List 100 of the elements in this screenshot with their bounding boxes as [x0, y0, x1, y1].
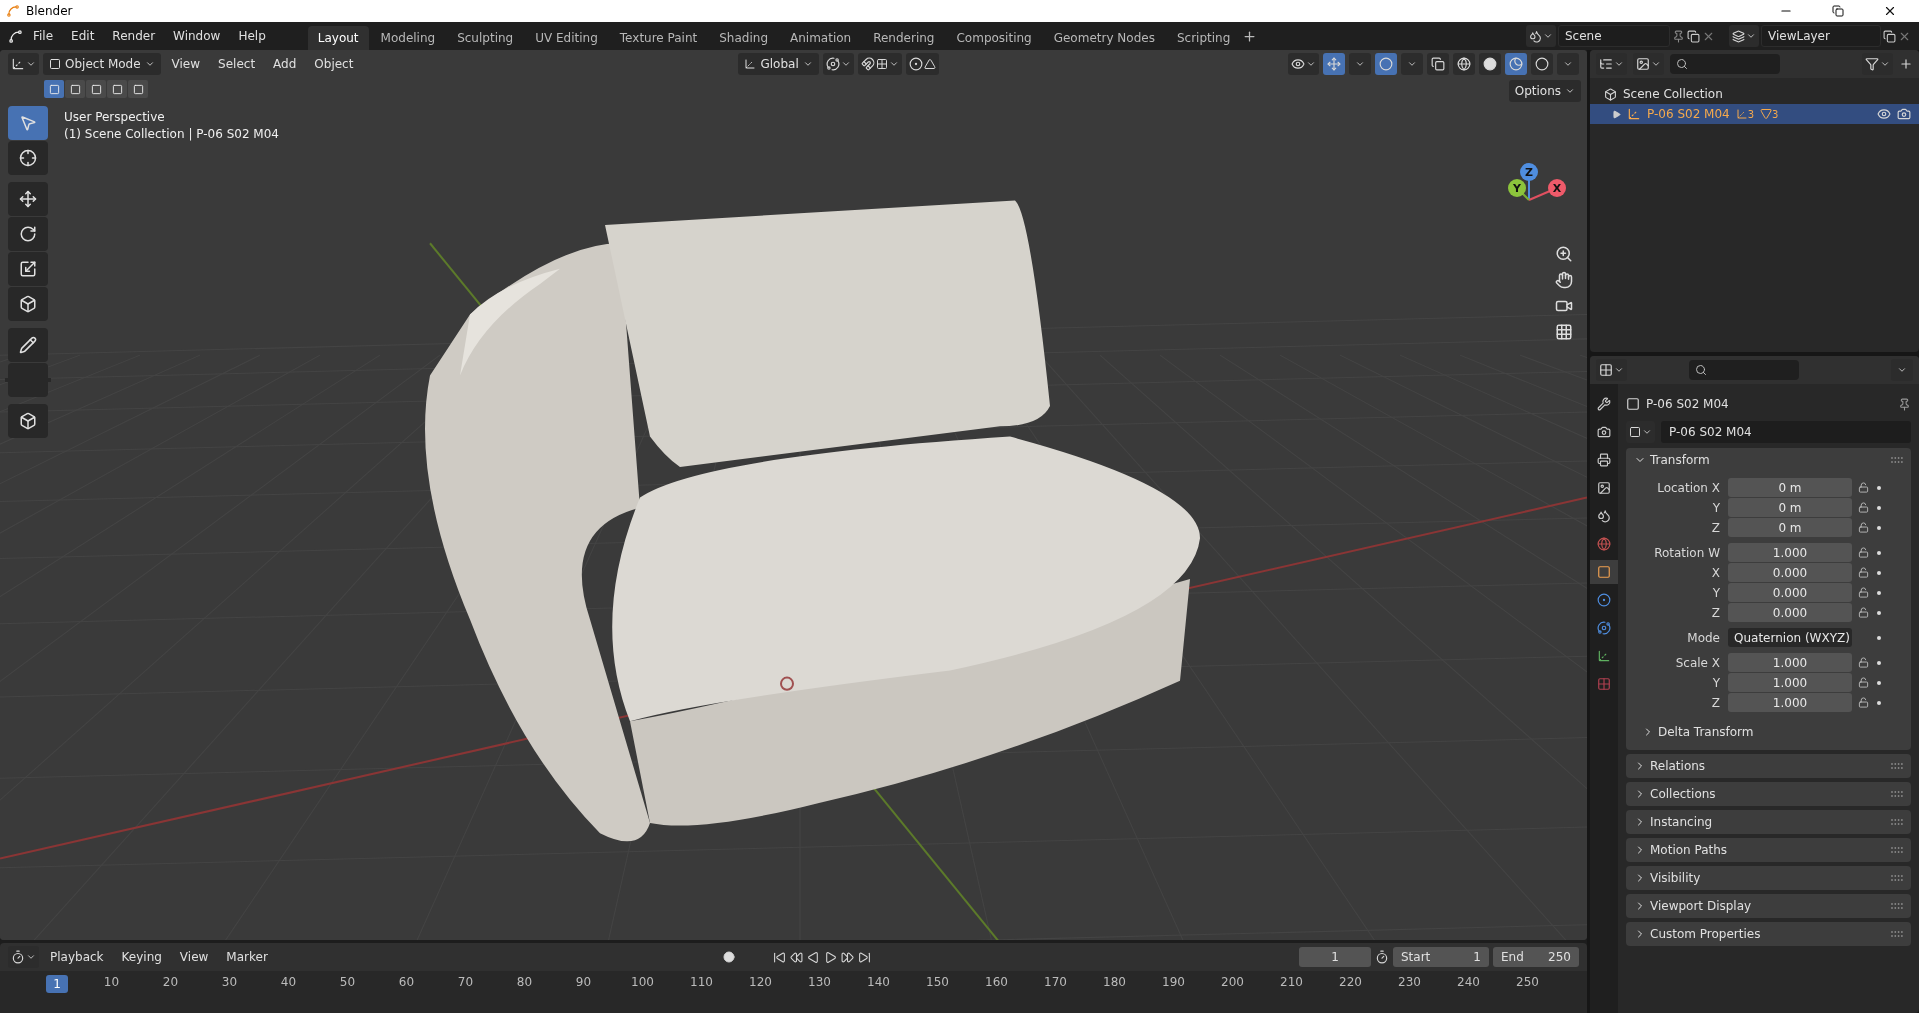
drag-handle-icon[interactable] [1891, 875, 1903, 881]
select-mode-button[interactable] [107, 80, 127, 98]
panel-header[interactable]: Collections [1626, 782, 1911, 806]
overlay-toggle[interactable] [1375, 53, 1397, 75]
keyframe-dot[interactable] [1877, 505, 1881, 510]
drag-handle-icon[interactable] [1891, 931, 1903, 937]
drag-handle-icon[interactable] [1891, 791, 1903, 797]
rendered-shading-button[interactable] [1531, 53, 1553, 75]
solid-shading-button[interactable] [1479, 53, 1501, 75]
number-field[interactable]: 1.000 [1728, 543, 1852, 562]
timer-icon[interactable] [1375, 950, 1389, 964]
blender-menu-icon[interactable] [8, 28, 23, 44]
workspace-tab[interactable]: UV Editing [525, 26, 608, 50]
gizmo-toggle[interactable] [1323, 53, 1345, 75]
keyframe-dot[interactable] [1877, 570, 1881, 575]
workspace-tab[interactable]: Rendering [863, 26, 945, 50]
select-mode-button[interactable] [128, 80, 148, 98]
panel-header[interactable]: Visibility [1626, 866, 1911, 890]
select-mode-button[interactable] [86, 80, 106, 98]
keyframe-dot[interactable] [1877, 550, 1881, 555]
end-frame-field[interactable]: End 250 [1493, 947, 1579, 967]
timeline-menu-item[interactable]: Keying [114, 950, 169, 964]
current-frame-field[interactable]: 1 [1299, 947, 1371, 967]
lock-icon[interactable] [1858, 697, 1869, 708]
rotate-tool[interactable] [8, 217, 48, 251]
menu-item[interactable]: Help [230, 26, 274, 46]
drag-handle-icon[interactable] [1891, 819, 1903, 825]
lock-icon[interactable] [1858, 677, 1869, 688]
lock-icon[interactable] [1858, 522, 1869, 533]
drag-handle-icon[interactable] [1891, 457, 1903, 463]
add-workspace-icon[interactable] [1242, 28, 1258, 44]
drag-handle-icon[interactable] [1891, 903, 1903, 909]
menu-item[interactable]: Edit [63, 26, 103, 46]
lock-icon[interactable] [1858, 547, 1869, 558]
cursor-tool[interactable] [8, 141, 48, 175]
new-collection-icon[interactable] [1899, 57, 1913, 71]
drag-handle-icon[interactable] [1891, 763, 1903, 769]
previous-keyframe-icon[interactable] [789, 950, 803, 964]
next-keyframe-icon[interactable] [840, 950, 854, 964]
keyframe-dot[interactable] [1877, 590, 1881, 595]
workspace-tab[interactable]: Layout [307, 26, 369, 50]
keyframe-dot[interactable] [1877, 525, 1881, 530]
pin-icon[interactable] [1898, 397, 1911, 411]
visibility-button[interactable] [1288, 53, 1319, 75]
timeline-menu-item[interactable]: Marker [219, 950, 275, 964]
menu-item[interactable]: Render [104, 26, 164, 46]
lock-icon[interactable] [1858, 587, 1869, 598]
subpanel-title[interactable]: Delta Transform [1658, 725, 1911, 739]
workspace-tab[interactable]: Scripting [1166, 26, 1241, 50]
panel-header[interactable]: Motion Paths [1626, 838, 1911, 862]
move-tool[interactable] [8, 182, 48, 216]
editor-type-button[interactable] [8, 946, 39, 968]
grid-icon[interactable] [1555, 323, 1573, 341]
select-mode-button[interactable] [65, 80, 85, 98]
new-view-layer-icon[interactable] [1883, 29, 1896, 43]
filter-button[interactable] [1862, 53, 1893, 75]
collection-name[interactable]: Scene Collection [1623, 87, 1723, 101]
display-mode-button[interactable] [1633, 53, 1664, 75]
lock-icon[interactable] [1858, 607, 1869, 618]
pin-icon[interactable] [1672, 29, 1685, 43]
lock-icon[interactable] [1858, 567, 1869, 578]
keyframe-dot[interactable] [1877, 660, 1881, 665]
editor-type-button[interactable] [1596, 359, 1627, 381]
keyframe-dot[interactable] [1877, 610, 1881, 615]
workspace-tab[interactable]: Compositing [946, 26, 1042, 50]
search-field[interactable] [1670, 54, 1780, 74]
search-field[interactable] [1689, 360, 1799, 380]
number-field[interactable]: 0.000 [1728, 603, 1852, 622]
lock-icon[interactable] [1858, 502, 1869, 513]
jump-start-icon[interactable] [772, 950, 786, 964]
viewport-menu-item[interactable]: View [164, 57, 208, 71]
scene-selector[interactable] [1526, 25, 1556, 47]
number-field[interactable]: 0 m [1728, 478, 1852, 497]
workspace-tab[interactable]: Geometry Nodes [1043, 26, 1165, 50]
outliner-row[interactable]: P-06 S02 M04 3 3 [1590, 104, 1919, 124]
xray-button[interactable] [1427, 53, 1449, 75]
panel-header[interactable]: Custom Properties [1626, 922, 1911, 946]
wireframe-shading-button[interactable] [1453, 53, 1475, 75]
keyframe-dot[interactable] [1877, 635, 1881, 640]
hand-icon[interactable] [1555, 271, 1573, 289]
drag-handle-icon[interactable] [1891, 847, 1903, 853]
select-box-tool[interactable] [8, 106, 48, 140]
visibility-icon[interactable] [1877, 107, 1891, 121]
scale-tool[interactable] [8, 252, 48, 286]
start-frame-field[interactable]: Start 1 [1393, 947, 1489, 967]
menu-item[interactable]: File [25, 26, 62, 46]
view-layer-selector[interactable] [1729, 25, 1759, 47]
material-shading-button[interactable] [1505, 53, 1527, 75]
scene-name-field[interactable]: Scene [1558, 25, 1670, 47]
mode-dropdown[interactable]: Object Mode [43, 53, 161, 75]
panel-header[interactable]: Viewport Display [1626, 894, 1911, 918]
keyframe-dot[interactable] [1877, 680, 1881, 685]
render-icon[interactable] [1897, 107, 1911, 121]
object-name[interactable]: P-06 S02 M04 [1647, 107, 1730, 121]
number-field[interactable]: 1.000 [1728, 693, 1852, 712]
workspace-tab[interactable]: Animation [780, 26, 862, 50]
options-dropdown[interactable]: Options [1508, 80, 1581, 102]
zoom-icon[interactable] [1555, 245, 1573, 263]
pivot-button[interactable] [822, 53, 854, 75]
play-reverse-icon[interactable] [806, 950, 820, 964]
